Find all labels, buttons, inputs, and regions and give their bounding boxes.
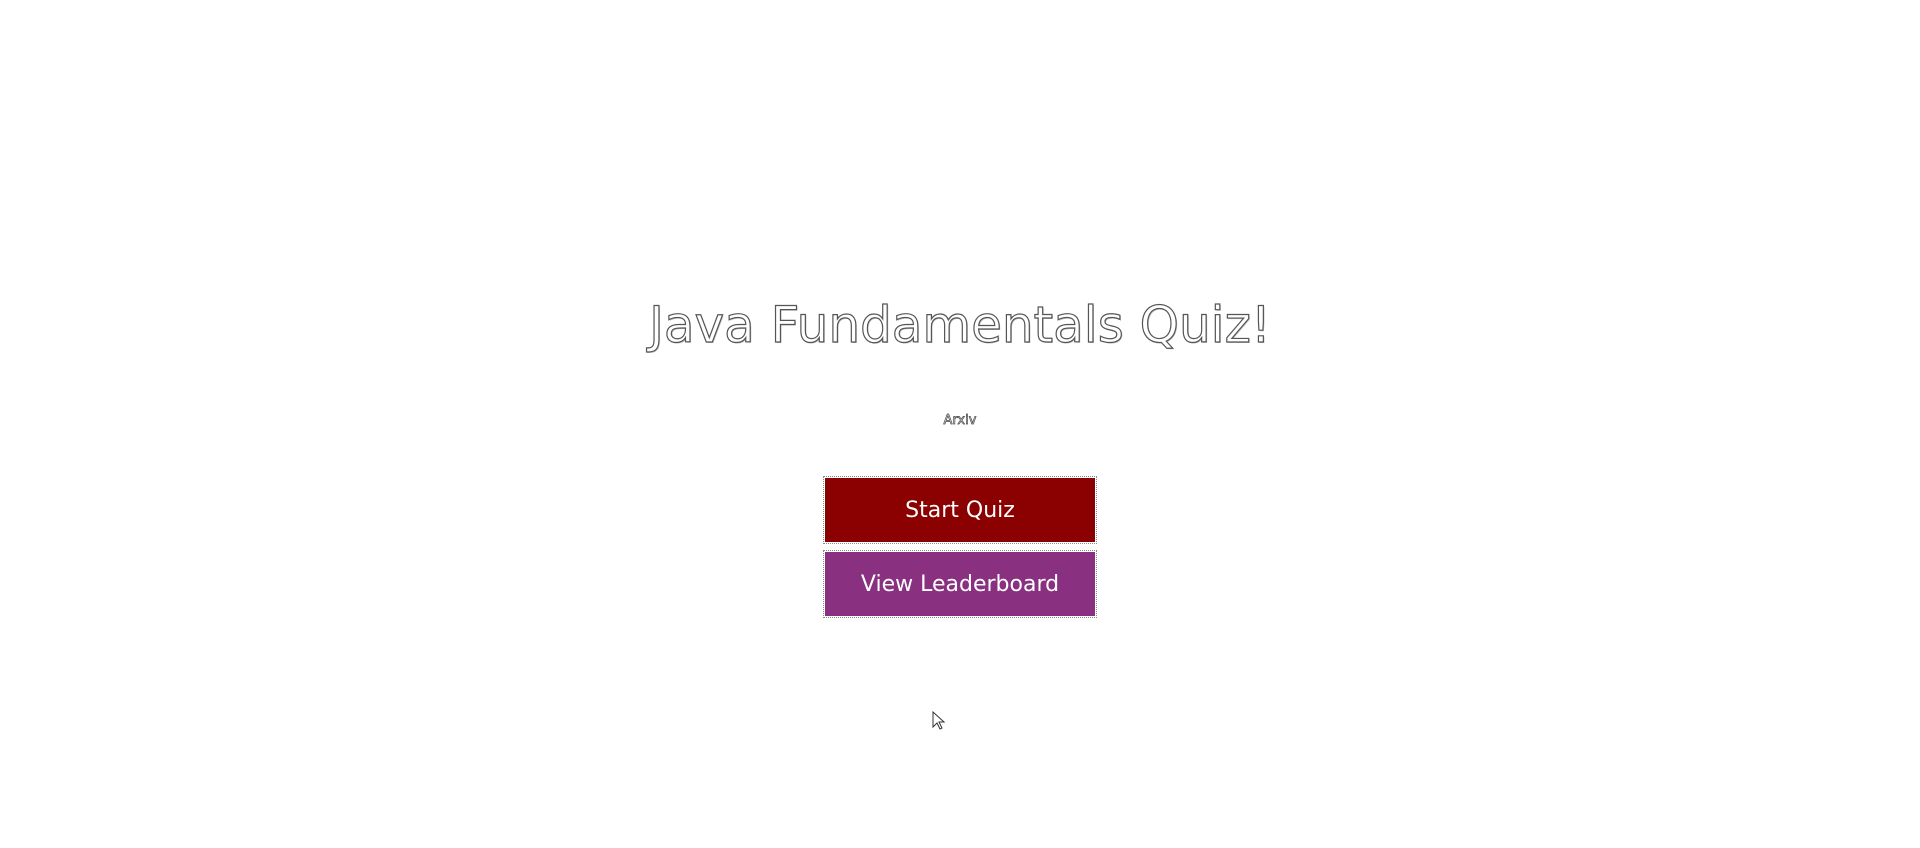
quiz-start-screen: Java Fundamentals Quiz! Arxiv Start Quiz… <box>0 0 1920 848</box>
start-quiz-button[interactable]: Start Quiz <box>823 476 1097 544</box>
view-leaderboard-button[interactable]: View Leaderboard <box>823 550 1097 618</box>
mouse-pointer-icon <box>932 711 946 730</box>
page-subtitle: Arxiv <box>943 413 977 429</box>
page-title: Java Fundamentals Quiz! <box>649 295 1272 354</box>
